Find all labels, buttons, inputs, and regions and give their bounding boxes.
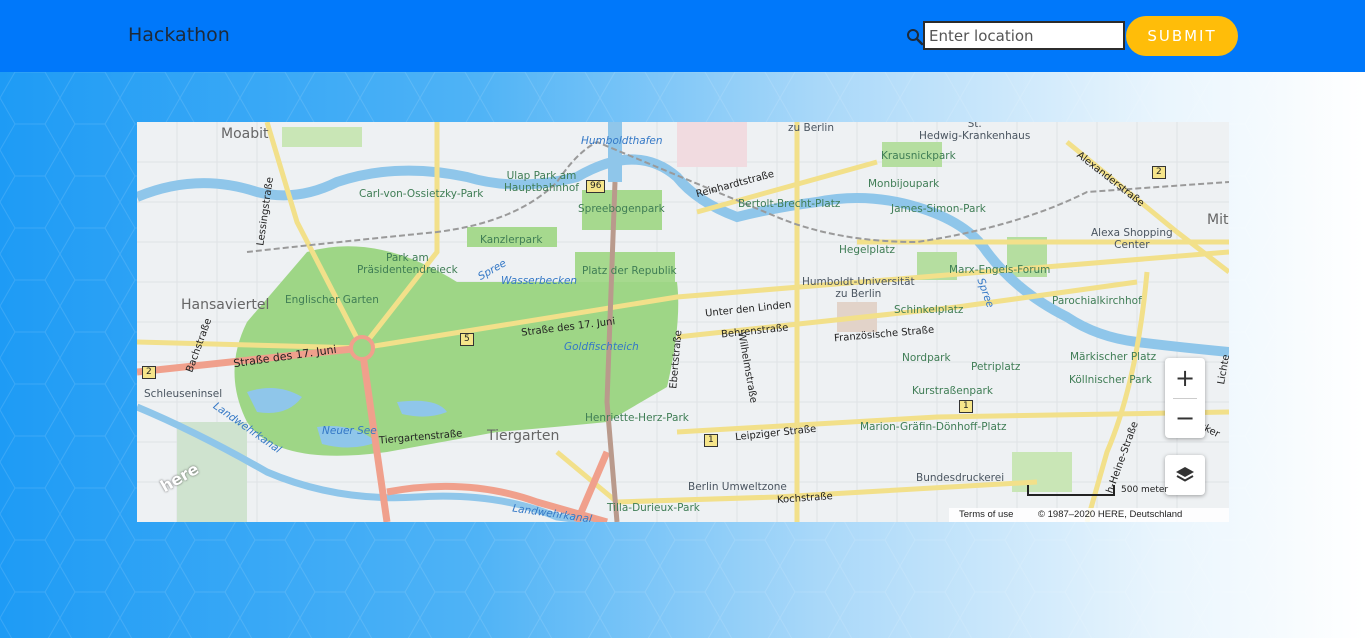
- map-label-bertolt-brecht: Bertolt-Brecht-Platz: [738, 198, 841, 210]
- map-label-koellnischer-park: Köllnischer Park: [1069, 374, 1152, 386]
- scale-label: 500 meter: [1121, 485, 1169, 495]
- location-search-input[interactable]: [923, 21, 1125, 50]
- zoom-out-button[interactable]: −: [1165, 398, 1205, 438]
- map-label-bundesdruckerei: Bundesdruckerei: [916, 472, 1005, 484]
- map-label-kurstrassenpark: Kurstraßenpark: [912, 385, 993, 397]
- copyright-text: © 1987–2020 HERE, Deutschland: [1038, 509, 1183, 520]
- map-label-carl-von-ossietzky: Carl-von-Ossietzky-Park: [359, 188, 484, 200]
- route-shield-1b: 1: [959, 400, 973, 413]
- map-label-englischer-garten: Englischer Garten: [285, 294, 379, 306]
- route-shield-2-west: 2: [142, 366, 156, 379]
- map-label-schinkelplatz: Schinkelplatz: [894, 304, 964, 316]
- search-icon: [907, 29, 924, 46]
- map-label-neuer-see: Neuer See: [322, 425, 377, 437]
- map-label-james-simon: James-Simon-Park: [891, 203, 986, 215]
- map-label-henriette-herz-park: Henriette-Herz-Park: [585, 412, 689, 424]
- zoom-divider: [1173, 398, 1197, 399]
- map-label-nordpark: Nordpark: [902, 352, 951, 364]
- map-label-berlin-umweltzone: Berlin Umweltzone: [688, 481, 787, 493]
- map-label-tilla-durieux-park: Tilla-Durieux-Park: [607, 502, 700, 514]
- map-label-wasserbecken: Wasserbecken: [501, 275, 578, 287]
- map-label-hansaviertel: Hansaviertel: [181, 297, 270, 313]
- map-view[interactable]: Moabit Hansaviertel Tiergarten Mit Schle…: [137, 122, 1229, 522]
- brand-title[interactable]: Hackathon: [128, 24, 230, 46]
- map-label-hedwig: St. Hedwig-Krankenhaus: [919, 122, 1031, 142]
- map-label-krausnickpark: Krausnickpark: [881, 150, 956, 162]
- map-label-monbijoupark: Monbijoupark: [868, 178, 940, 190]
- top-navbar: Hackathon SUBMIT: [0, 0, 1365, 72]
- map-label-petriplatz: Petriplatz: [971, 361, 1021, 373]
- submit-button[interactable]: SUBMIT: [1126, 16, 1238, 56]
- terms-of-use-link[interactable]: Terms of use: [959, 509, 1013, 520]
- scale-bar: [1027, 485, 1115, 496]
- map-label-moabit: Moabit: [221, 126, 269, 142]
- layers-button[interactable]: [1165, 455, 1205, 495]
- layers-icon: [1176, 467, 1194, 482]
- map-label-alexa: Alexa Shopping Center: [1091, 227, 1173, 251]
- map-label-hegelplatz: Hegelplatz: [839, 244, 896, 256]
- map-label-humboldthafen: Humboldthafen: [581, 135, 663, 147]
- map-label-marx-engels-forum: Marx-Engels-Forum: [949, 264, 1051, 276]
- map-label-ulap-park: Ulap Park am Hauptbahnhof: [504, 170, 579, 194]
- route-shield-2-east: 2: [1152, 166, 1166, 179]
- map-label-tiergarten: Tiergarten: [487, 428, 560, 444]
- map-base-layer: [137, 122, 1229, 522]
- map-label-maerkischer-platz: Märkischer Platz: [1070, 351, 1157, 363]
- map-label-marion-graefin: Marion-Gräfin-Dönhoff-Platz: [860, 421, 1007, 433]
- map-label-schleuseninsel: Schleuseninsel: [144, 388, 223, 400]
- zoom-in-button[interactable]: +: [1165, 358, 1205, 398]
- map-label-spreebogenpark: Spreebogenpark: [578, 203, 665, 215]
- map-label-park-praesidenten: Park am Präsidentendreieck: [357, 252, 458, 276]
- map-attribution-bar: Terms of use © 1987–2020 HERE, Deutschla…: [949, 508, 1229, 522]
- map-label-goldfischteich: Goldfischteich: [564, 341, 639, 353]
- map-label-zu-berlin: zu Berlin: [788, 122, 834, 134]
- route-shield-96: 96: [586, 180, 606, 193]
- route-shield-1a: 1: [704, 434, 718, 447]
- zoom-control: + −: [1165, 358, 1205, 438]
- map-label-humboldt-uni: Humboldt-Universität zu Berlin: [802, 276, 915, 300]
- map-label-platz-der-republik: Platz der Republik: [582, 265, 677, 277]
- map-label-parochialkirchhof: Parochialkirchhof: [1052, 295, 1142, 307]
- route-shield-5: 5: [460, 333, 474, 346]
- map-label-mitte: Mit: [1207, 212, 1229, 228]
- map-label-kanzlerpark: Kanzlerpark: [480, 234, 543, 246]
